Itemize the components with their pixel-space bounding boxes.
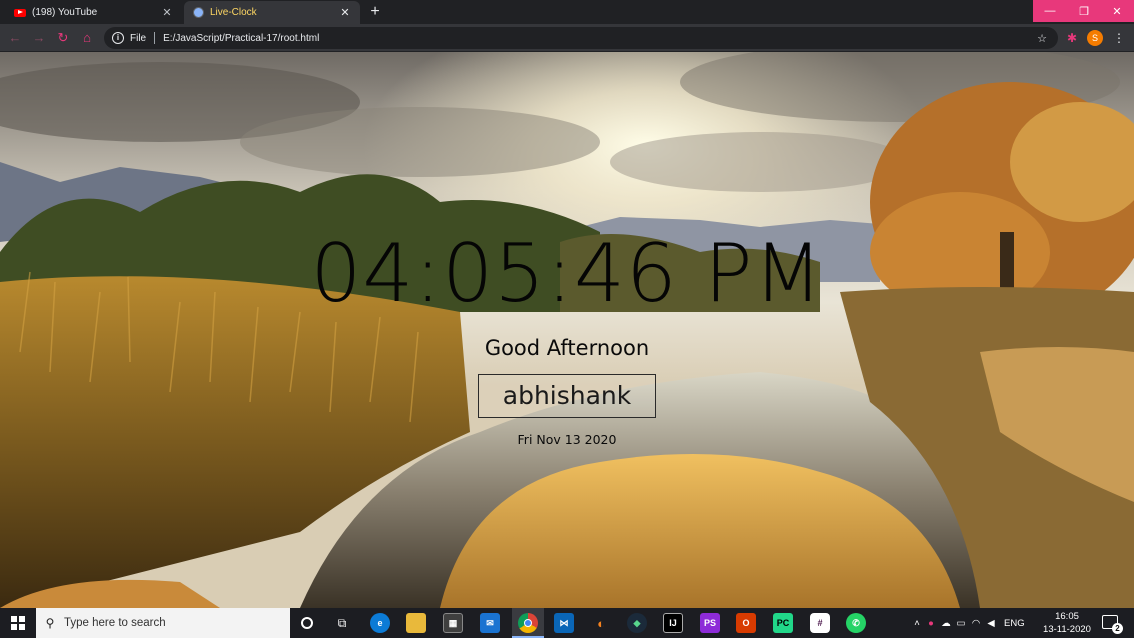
menu-kebab-icon[interactable]: ⋮	[1112, 30, 1126, 46]
language-indicator[interactable]: ENG	[1004, 618, 1025, 629]
search-placeholder: Type here to search	[64, 617, 166, 629]
taskbar-time: 16:05	[1055, 611, 1079, 622]
tab-youtube[interactable]: (198) YouTube ✕	[6, 1, 182, 24]
edge-icon[interactable]: e	[370, 613, 390, 633]
close-tab-icon[interactable]: ✕	[160, 6, 174, 20]
slack-icon[interactable]: #	[810, 613, 830, 633]
taskbar-search-box[interactable]: ⚲ Type here to search	[36, 608, 290, 638]
greeting-text: Good Afternoon	[484, 336, 650, 360]
chrome-icon[interactable]	[518, 613, 538, 633]
browser-tab-bar: (198) YouTube ✕ Live-Clock ✕ + — ❐ ✕	[0, 0, 1134, 24]
notification-count-badge: 2	[1112, 623, 1123, 634]
current-date: Fri Nov 13 2020	[517, 432, 617, 447]
live-clock-time: 04:05:46 PM	[310, 227, 824, 320]
app-tray-icon[interactable]: ●	[924, 618, 938, 629]
youtube-icon	[14, 7, 26, 19]
address-bar[interactable]: i File E:/JavaScript/Practical-17/root.h…	[104, 27, 1058, 49]
globe-icon	[192, 7, 204, 19]
onedrive-icon[interactable]: ☁	[938, 618, 954, 629]
close-tab-icon[interactable]: ✕	[338, 6, 352, 20]
windows-taskbar: ⚲ Type here to search ⧉ e ▦ ✉ ⋈ ◐ ◆ IJ P…	[0, 608, 1134, 638]
taskbar-clock[interactable]: 16:05 13-11-2020	[1040, 610, 1094, 636]
browser-toolbar: ← → ↻ ⌂ i File E:/JavaScript/Practical-1…	[0, 24, 1134, 52]
phpstorm-icon[interactable]: PS	[700, 613, 720, 633]
extensions-puzzle-icon[interactable]: ✱	[1064, 30, 1080, 46]
close-window-button[interactable]: ✕	[1100, 0, 1134, 22]
system-tray: ˄ ● ☁ ▭ ◠ ◀ ENG	[910, 608, 1025, 638]
divider	[154, 32, 156, 44]
tab-live-clock[interactable]: Live-Clock ✕	[184, 1, 360, 24]
wifi-icon[interactable]: ◠	[968, 618, 984, 629]
windows-start-icon[interactable]	[11, 616, 25, 630]
tab-title: (198) YouTube	[32, 7, 98, 18]
battery-icon[interactable]: ▭	[954, 618, 968, 629]
reload-button[interactable]: ↻	[54, 29, 72, 47]
page-viewport: 04:05:46 PM Good Afternoon abhishank Fri…	[0, 52, 1134, 608]
volume-icon[interactable]: ◀	[984, 618, 998, 629]
taskbar-date: 13-11-2020	[1043, 624, 1091, 635]
search-icon: ⚲	[45, 616, 55, 630]
url-text[interactable]: E:/JavaScript/Practical-17/root.html	[163, 33, 1034, 44]
whatsapp-icon[interactable]: ✆	[846, 613, 866, 633]
vscode-icon[interactable]: ⋈	[554, 613, 574, 633]
home-button[interactable]: ⌂	[78, 29, 96, 47]
landscape-background	[0, 52, 1134, 608]
mail-icon[interactable]: ✉	[480, 613, 500, 633]
new-tab-button[interactable]: +	[366, 3, 384, 21]
store-icon[interactable]: ▦	[443, 613, 463, 633]
minimize-button[interactable]: —	[1033, 0, 1067, 22]
info-icon[interactable]: i	[112, 32, 124, 44]
bookmark-star-icon[interactable]: ☆	[1034, 32, 1050, 45]
profile-avatar[interactable]: S	[1087, 30, 1103, 46]
tab-title: Live-Clock	[210, 7, 257, 18]
scheme-label: File	[130, 32, 147, 44]
cortana-icon[interactable]	[297, 613, 317, 633]
office-icon[interactable]: O	[736, 613, 756, 633]
forward-button[interactable]: →	[30, 29, 48, 47]
task-view-icon[interactable]: ⧉	[332, 613, 352, 633]
file-explorer-icon[interactable]	[406, 613, 426, 633]
restore-button[interactable]: ❐	[1067, 0, 1101, 22]
gitkraken-icon[interactable]: ◆	[627, 613, 647, 633]
chevron-up-icon[interactable]: ˄	[910, 618, 924, 629]
intellij-icon[interactable]: IJ	[663, 613, 683, 633]
name-field[interactable]: abhishank	[478, 374, 656, 418]
eclipse-icon[interactable]: ◐	[591, 613, 611, 633]
pycharm-icon[interactable]: PC	[773, 613, 793, 633]
back-button[interactable]: ←	[6, 29, 24, 47]
screen: (198) YouTube ✕ Live-Clock ✕ + — ❐ ✕ ← →…	[0, 0, 1134, 638]
